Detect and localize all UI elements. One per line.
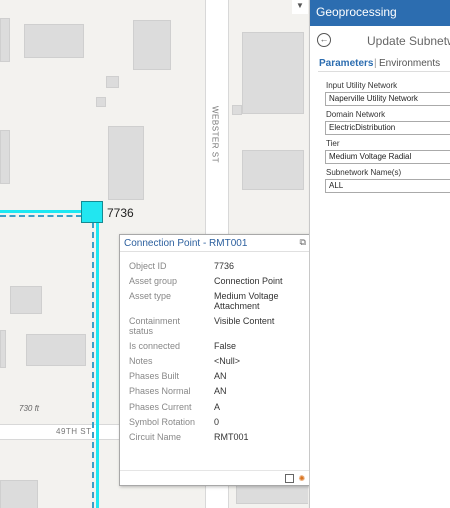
dimension-label: 730 ft xyxy=(19,404,40,413)
building xyxy=(0,130,10,184)
input-utility-network-field[interactable]: Naperville Utility Network xyxy=(325,92,450,106)
chevron-down-icon[interactable]: ▼ xyxy=(296,1,304,10)
param-label: Domain Network xyxy=(326,110,386,119)
feature-popup[interactable]: Connection Point - RMT001 ⧉ ⌃ ✕ Object I… xyxy=(119,234,331,486)
building xyxy=(0,480,38,508)
network-line-dashed xyxy=(92,222,94,508)
field-label: Object ID xyxy=(129,261,167,271)
building xyxy=(96,97,106,107)
tool-title: Update Subnetwork xyxy=(367,34,450,48)
param-label: Subnetwork Name(s) xyxy=(326,168,402,177)
subnetwork-name-field[interactable]: ALL xyxy=(325,179,450,193)
tier-field[interactable]: Medium Voltage Radial xyxy=(325,150,450,164)
domain-network-field[interactable]: ElectricDistribution xyxy=(325,121,450,135)
field-value: 7736 xyxy=(214,261,235,271)
param-label: Tier xyxy=(326,139,340,148)
building xyxy=(10,286,42,314)
building xyxy=(108,126,144,200)
param-label: Input Utility Network xyxy=(326,81,398,90)
popup-title: Connection Point - RMT001 xyxy=(124,238,248,249)
geoprocessing-pane: Geoprocessing ← Update Subnetwork Parame… xyxy=(309,0,450,508)
table-icon[interactable] xyxy=(285,474,295,483)
building xyxy=(106,76,119,88)
field-value: <Null> xyxy=(214,356,241,366)
field-value: AN xyxy=(214,371,227,381)
tab-parameters[interactable]: Parameters xyxy=(319,58,373,69)
field-label: Phases Normal xyxy=(129,386,191,396)
dock-icon[interactable]: ⧉ xyxy=(299,237,305,248)
field-value: RMT001 xyxy=(214,432,249,442)
field-label: Asset type xyxy=(129,291,172,301)
tab-environments[interactable]: Environments xyxy=(379,58,440,69)
field-label: Phases Built xyxy=(129,371,180,381)
field-value: Medium Voltage Attachment xyxy=(214,291,279,311)
field-label: Circuit Name xyxy=(129,432,182,442)
building xyxy=(24,24,84,58)
building xyxy=(0,18,10,62)
field-label: Asset group xyxy=(129,276,178,286)
selected-junction[interactable] xyxy=(81,201,103,223)
field-label: Is connected xyxy=(129,341,181,351)
field-value: AN xyxy=(214,386,227,396)
network-line-dashed xyxy=(0,215,82,217)
flash-icon[interactable]: ✺ xyxy=(298,474,305,483)
field-value: A xyxy=(214,402,221,412)
building xyxy=(242,150,304,190)
building xyxy=(0,330,6,368)
field-value: 0 xyxy=(214,417,220,427)
network-line[interactable] xyxy=(0,210,82,213)
pane-header: Geoprocessing xyxy=(310,0,450,26)
network-line[interactable] xyxy=(96,222,99,508)
divider xyxy=(318,71,450,72)
building xyxy=(232,105,242,115)
field-label: Symbol Rotation xyxy=(129,417,196,427)
building xyxy=(133,20,171,70)
divider xyxy=(120,470,330,471)
building xyxy=(242,32,304,114)
field-value: Connection Point xyxy=(214,276,283,286)
field-value: False xyxy=(214,341,237,351)
field-label: Phases Current xyxy=(129,402,192,412)
tab-separator: | xyxy=(374,58,377,69)
field-label: Notes xyxy=(129,356,153,366)
pane-title: Geoprocessing xyxy=(316,5,397,19)
street-label-webster: WEBSTER ST xyxy=(210,105,220,163)
back-arrow-icon[interactable]: ← xyxy=(317,33,331,47)
field-label: Containment status xyxy=(129,316,181,336)
street-label-49th: 49TH ST xyxy=(56,427,92,436)
building xyxy=(26,334,86,366)
divider xyxy=(120,251,330,252)
junction-label: 7736 xyxy=(107,206,134,220)
field-value: Visible Content xyxy=(214,316,275,326)
